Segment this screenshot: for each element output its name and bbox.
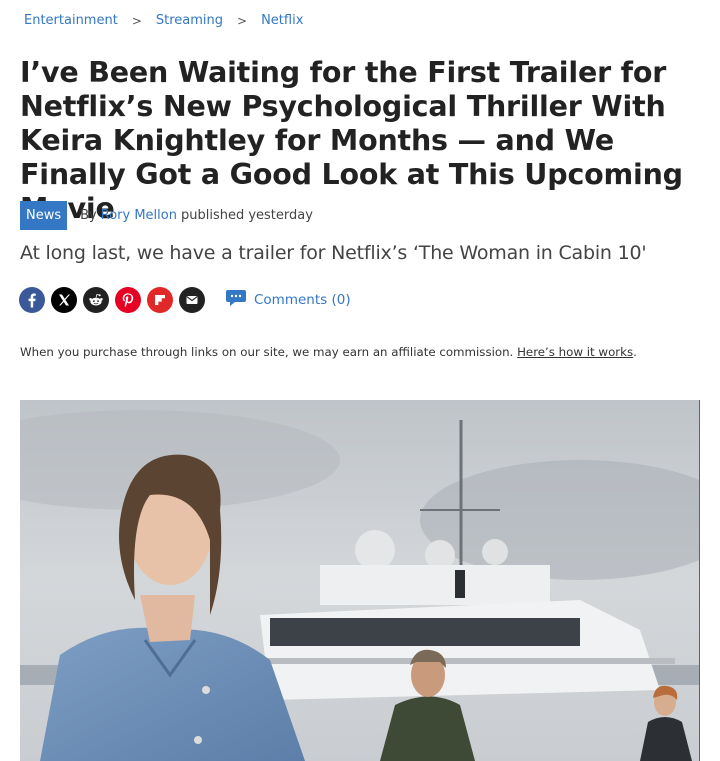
breadcrumb-separator: > <box>131 13 142 28</box>
reddit-icon[interactable] <box>83 287 109 313</box>
hero-image <box>20 400 700 761</box>
pinterest-icon[interactable] <box>115 287 141 313</box>
author-link[interactable]: Rory Mellon <box>101 208 177 223</box>
breadcrumb-netflix[interactable]: Netflix <box>261 13 303 28</box>
how-it-works-link[interactable]: Here’s how it works <box>517 345 633 359</box>
email-icon[interactable] <box>179 287 205 313</box>
comment-icon <box>225 288 247 312</box>
comments-label: Comments (0) <box>254 292 351 308</box>
x-icon[interactable] <box>51 287 77 313</box>
affiliate-end: . <box>633 345 637 359</box>
breadcrumb-separator: > <box>237 13 248 28</box>
news-tag[interactable]: News <box>20 201 68 230</box>
comments-link[interactable]: Comments (0) <box>225 288 351 312</box>
article-strapline: At long last, we have a trailer for Netf… <box>20 242 647 264</box>
facebook-icon[interactable] <box>19 287 45 313</box>
flipboard-icon[interactable] <box>147 287 173 313</box>
breadcrumb-streaming[interactable]: Streaming <box>156 13 223 28</box>
byline: News By Rory Mellon published yesterday <box>20 201 313 230</box>
share-bar: Comments (0) <box>19 287 351 313</box>
hero-photo <box>20 400 699 761</box>
breadcrumb-entertainment[interactable]: Entertainment <box>24 13 118 28</box>
affiliate-disclaimer: When you purchase through links on our s… <box>20 345 637 359</box>
breadcrumb: Entertainment > Streaming > Netflix <box>24 13 303 28</box>
affiliate-text: When you purchase through links on our s… <box>20 345 518 359</box>
publish-date: published yesterday <box>180 208 313 223</box>
byline-by: By <box>80 208 97 223</box>
